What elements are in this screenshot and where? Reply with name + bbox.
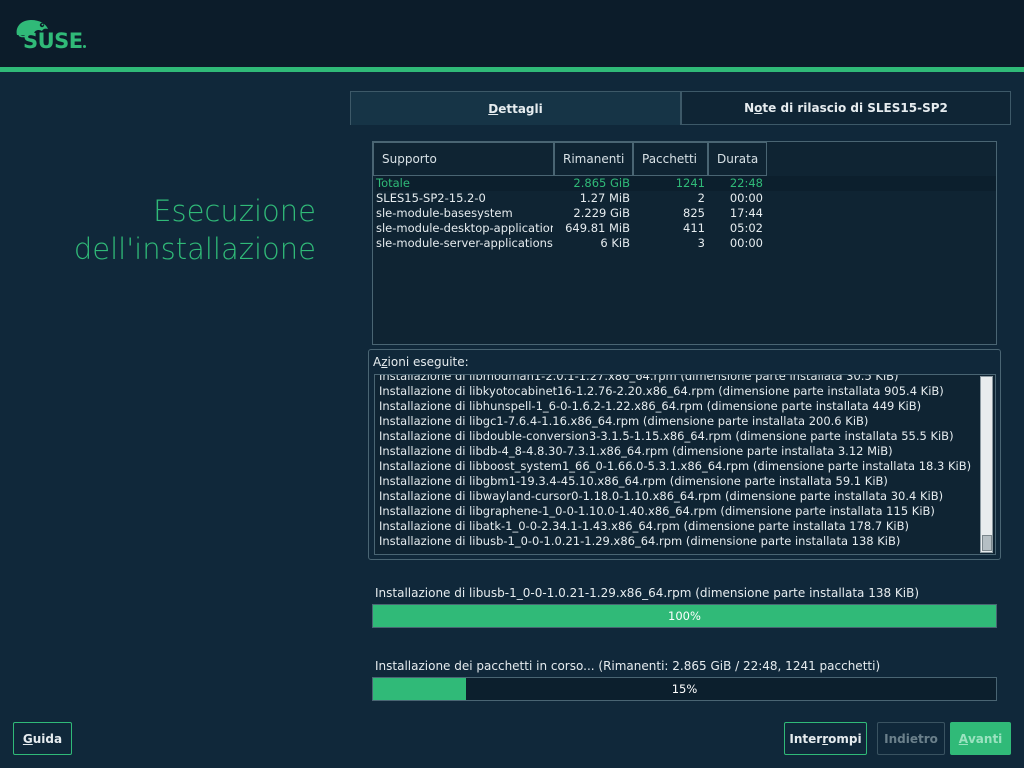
tab-details[interactable]: Dettagli <box>350 91 681 125</box>
cell-remaining: 2.865 GiB <box>573 176 630 190</box>
package-progress-bar: 100% <box>372 604 997 628</box>
log-line: Installazione di libgraphene-1_0-0-1.10.… <box>379 504 935 518</box>
next-button-mnemonic: A <box>958 731 968 746</box>
help-button[interactable]: Guida <box>13 722 72 755</box>
abort-button-label: ompi <box>828 731 862 746</box>
tab-release-notes[interactable]: No te di rilascio di SLES15-SP2 <box>681 91 1011 125</box>
back-button-label: Indietro <box>884 731 938 746</box>
log-line: Installazione di libdb-4_8-4.8.30-7.3.1.… <box>379 444 893 458</box>
cell-media: sle-module-basesystem <box>376 206 513 220</box>
tab-bar: Dettagli No te di rilascio di SLES15-SP2 <box>350 91 1011 125</box>
cell-packages: 825 <box>683 206 705 220</box>
cell-media: SLES15-SP2-15.2-0 <box>376 191 486 205</box>
cell-packages: 411 <box>683 221 705 235</box>
actions-label-pre: A <box>373 355 382 369</box>
log-scrollbar[interactable] <box>980 376 993 553</box>
log-line: Installazione di libdouble-conversion3-3… <box>379 429 954 443</box>
cell-packages: 3 <box>697 236 705 250</box>
cell-media: sle-module-desktop-applications <box>376 221 553 235</box>
total-progress-label: Installazione dei pacchetti in corso... … <box>375 659 881 673</box>
cell-remaining: 2.229 GiB <box>573 206 630 220</box>
next-button[interactable]: Avanti <box>950 722 1011 755</box>
cell-media: Totale <box>376 176 410 190</box>
abort-button-label-pre: Inter <box>789 731 823 746</box>
table-row[interactable]: Totale 2.865 GiB 1241 22:48 <box>376 176 996 191</box>
page-title-line1: Esecuzione <box>153 194 316 228</box>
column-header-duration[interactable]: Durata <box>708 142 767 176</box>
header-accent-line <box>0 67 1024 72</box>
help-button-label: uida <box>32 731 63 746</box>
log-line: Installazione di libgc1-7.6.4-1.16.x86_6… <box>379 414 869 428</box>
cell-remaining: 1.27 MiB <box>579 191 630 205</box>
header-bar: SUSE <box>0 0 1024 67</box>
log-line: Installazione di libgbm1-19.3.4-45.10.x8… <box>379 474 888 488</box>
page-title-line2: dell'installazione <box>73 232 316 266</box>
cell-duration: 22:48 <box>729 176 763 190</box>
package-progress-label: Installazione di libusb-1_0-0-1.0.21-1.2… <box>375 586 920 600</box>
tab-details-mnemonic: D <box>488 101 499 116</box>
table-row[interactable]: SLES15-SP2-15.2-0 1.27 MiB 2 00:00 <box>376 191 996 206</box>
log-line: Installazione di libwayland-cursor0-1.18… <box>379 489 944 503</box>
next-button-label: vanti <box>967 731 1003 746</box>
help-button-mnemonic: G <box>22 731 33 746</box>
cell-duration: 00:00 <box>729 191 763 205</box>
tab-release-notes-label-pre: N <box>744 101 755 115</box>
table-row[interactable]: sle-module-server-applications 6 KiB 3 0… <box>376 236 996 251</box>
tab-details-label: ettagli <box>498 101 543 116</box>
actions-log[interactable]: Installazione di libmodman1-2.0.1-1.27.x… <box>374 374 996 555</box>
cell-duration: 17:44 <box>729 206 763 220</box>
cell-remaining: 6 KiB <box>600 236 630 250</box>
column-header-remaining[interactable]: Rimanenti <box>554 142 633 176</box>
log-line: Installazione di libkyotocabinet16-1.2.7… <box>379 384 944 398</box>
table-row[interactable]: sle-module-desktop-applications 649.81 M… <box>376 221 996 236</box>
table-header: Supporto Rimanenti Pacchetti Durata <box>373 142 767 176</box>
cell-packages: 1241 <box>675 176 705 190</box>
logo-trademark-dot <box>83 45 86 48</box>
log-lines: Installazione di libmodman1-2.0.1-1.27.x… <box>379 374 979 549</box>
back-button[interactable]: Indietro <box>877 722 945 755</box>
log-scrollbar-thumb[interactable] <box>982 535 992 551</box>
tab-release-notes-mnemonic: o <box>754 101 763 115</box>
page-title: Esecuzione dell'installazione <box>74 192 316 268</box>
actions-label: Azioni eseguite: <box>373 355 469 369</box>
media-table[interactable]: Supporto Rimanenti Pacchetti Durata Tota… <box>372 141 997 345</box>
tab-release-notes-label: te di rilascio di SLES15-SP2 <box>762 101 948 115</box>
log-line: Installazione di libusb-1_0-0-1.0.21-1.2… <box>379 534 901 548</box>
cell-packages: 2 <box>697 191 705 205</box>
table-row[interactable]: sle-module-basesystem 2.229 GiB 825 17:4… <box>376 206 996 221</box>
package-progress-percent: 100% <box>668 609 701 623</box>
total-progress-bar: 15% <box>372 677 997 701</box>
column-header-media[interactable]: Supporto <box>373 142 554 176</box>
actions-panel: Azioni eseguite: Installazione di libmod… <box>368 349 1001 560</box>
cell-duration: 00:00 <box>729 236 763 250</box>
cell-media: sle-module-server-applications <box>376 236 553 250</box>
column-header-packages[interactable]: Pacchetti <box>633 142 708 176</box>
log-line: Installazione di libatk-1_0-0-2.34.1-1.4… <box>379 519 909 533</box>
actions-label-rest: ioni eseguite: <box>387 355 469 369</box>
log-line: Installazione di libboost_system1_66_0-1… <box>379 459 972 473</box>
total-progress-percent: 15% <box>671 682 698 696</box>
table-body: Totale 2.865 GiB 1241 22:48 SLES15-SP2-1… <box>376 176 996 251</box>
cell-remaining: 649.81 MiB <box>565 221 630 235</box>
logo-text: SUSE <box>23 29 83 53</box>
log-line: Installazione di libhunspell-1_6-0-1.6.2… <box>379 399 922 413</box>
log-line: Installazione di libmodman1-2.0.1-1.27.x… <box>379 374 899 383</box>
suse-logo: SUSE <box>13 17 93 57</box>
cell-duration: 05:02 <box>729 221 763 235</box>
abort-button[interactable]: Inter r ompi <box>784 722 867 755</box>
